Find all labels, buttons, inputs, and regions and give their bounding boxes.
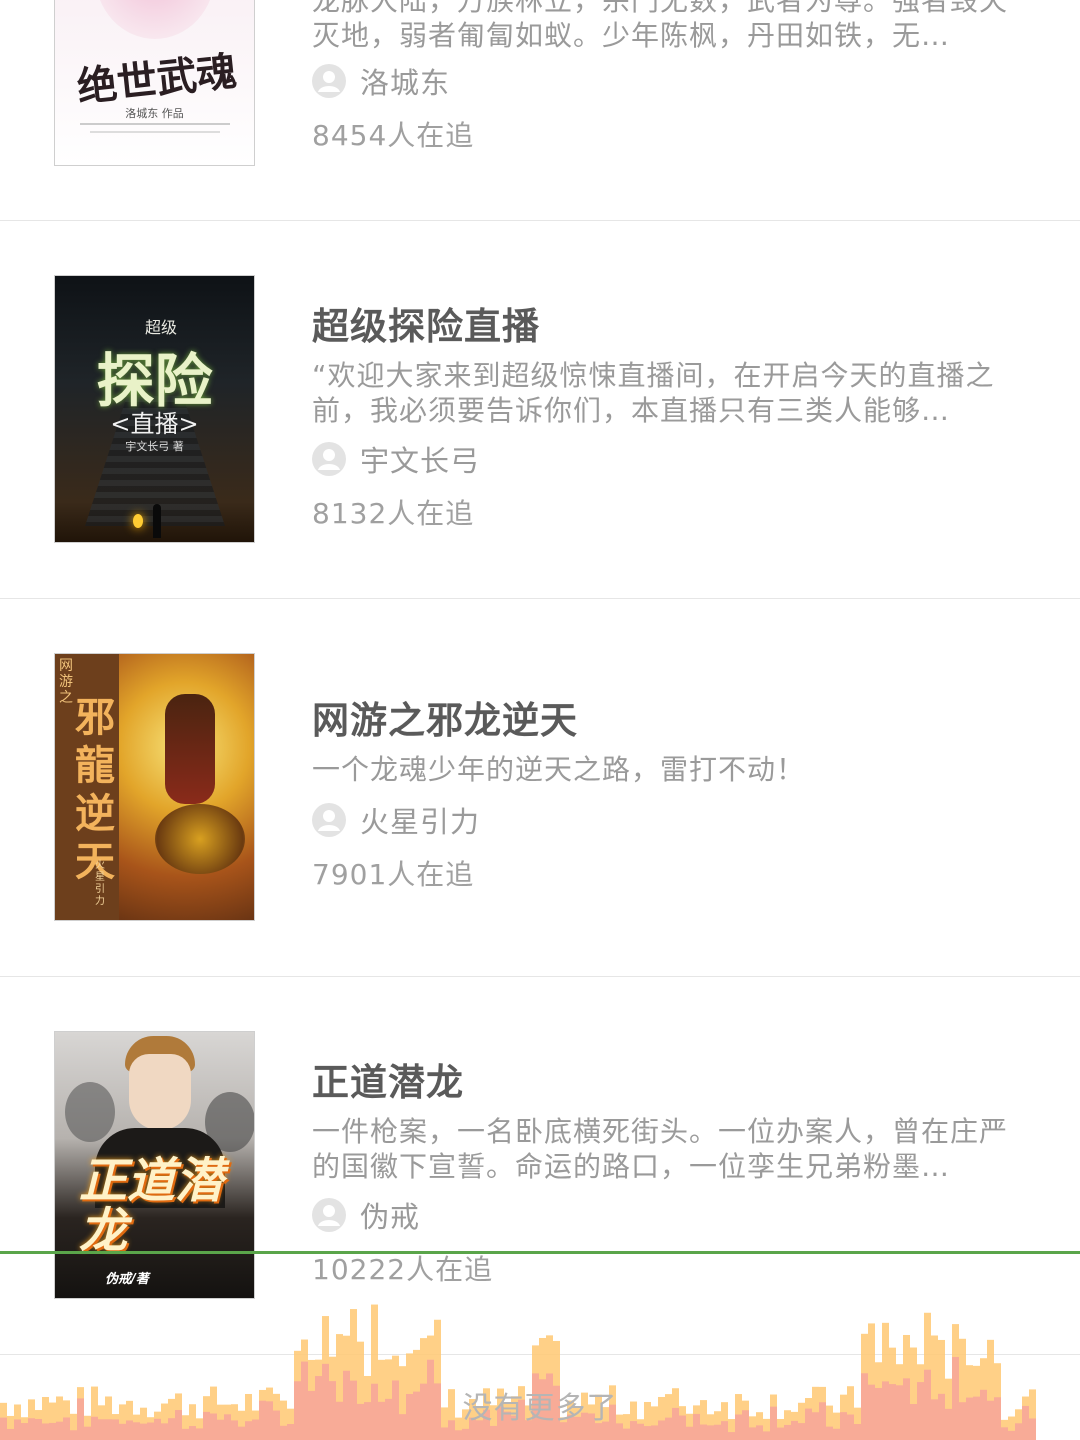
audio-bar [644,1426,651,1440]
author-row: 洛城东 [312,61,450,101]
audio-bar [441,1427,448,1440]
audio-level-line [0,1251,1080,1254]
audio-bar [728,1432,735,1440]
follower-count: 8454人在追 [312,119,475,152]
audio-bar [280,1425,287,1440]
avatar-icon [312,1198,346,1232]
audio-bar [623,1428,630,1440]
no-more-label: 没有更多了 [462,1391,618,1426]
author-row: 宇文长弓 [312,439,480,479]
audio-bar [1001,1427,1008,1440]
follower-count: 8132人在追 [312,497,475,530]
cover-subtitle: <直播> [110,410,199,438]
follower-count: 7901人在追 [312,858,475,891]
audio-bar [490,1425,497,1440]
book-description: “欢迎大家来到超级惊悚直播间，在开启今天的直播之前，我必须要告诉你们，本直播只有… [312,359,995,427]
list-item[interactable]: 绝世武魂 洛城东 作品 龙脉大陆，万族林立，宗门无数，武者为尊。强者毁天灭地，弱… [0,0,1080,220]
book-cover[interactable]: 超级 探险 <直播> 宇文长弓 著 [54,275,255,543]
cover-byline: 宇文长弓 著 [125,440,184,453]
avatar-icon [312,442,346,476]
audio-bar [455,1430,462,1440]
audio-bar [686,1426,693,1440]
list-item[interactable]: 网游之 邪龍逆天 火星引力 网游之邪龙逆天 一个龙魂少年的逆天之路，雷打不动！ … [0,599,1080,976]
cover-title: 绝世武魂 [74,47,239,112]
avatar-icon [312,803,346,837]
author-row: 伪戒 [312,1195,420,1235]
book-title[interactable]: 网游之邪龙逆天 [312,690,578,744]
audio-bar [756,1425,763,1440]
audio-bar [238,1426,245,1440]
audio-bar [777,1427,784,1440]
audio-bar [7,1428,14,1440]
cover-title: 邪龍逆天 [75,694,115,885]
audio-bar [189,1426,196,1440]
author-name: 火星引力 [360,805,481,839]
audio-bar [833,1428,840,1440]
audio-bar [707,1425,714,1440]
book-cover[interactable]: 绝世武魂 洛城东 作品 [54,0,255,166]
book-title[interactable]: 正道潜龙 [312,1052,464,1106]
list-item[interactable]: 超级 探险 <直播> 宇文长弓 著 超级探险直播 “欢迎大家来到超级惊悚直播间，… [0,221,1080,598]
audio-bar [70,1430,77,1440]
book-cover[interactable]: 网游之 邪龍逆天 火星引力 [54,653,255,921]
audio-bar [1008,1430,1015,1440]
audio-bar [714,1424,721,1440]
audio-bar [84,1426,91,1440]
audio-bar [182,1428,189,1440]
audio-bar [763,1431,770,1440]
avatar-icon [312,64,346,98]
book-cover[interactable]: 正道潜龙 伪戒/著 [54,1031,255,1299]
audio-bar [196,1428,203,1440]
audio-bar [651,1425,658,1440]
book-title[interactable]: 超级探险直播 [312,296,540,350]
book-description: 一个龙魂少年的逆天之路，雷打不动！ [312,753,806,786]
cover-top-text: 网游之 [59,658,73,706]
author-name: 宇文长弓 [360,444,481,478]
cover-title: 正道潜龙 [79,1153,224,1259]
author-name: 伪戒 [360,1200,421,1234]
author-row: 火星引力 [312,800,480,840]
cover-byline: 洛城东 作品 [125,107,184,120]
audio-bar [784,1424,791,1440]
cover-byline: 火星引力 [95,860,105,907]
book-description: 一件枪案，一名卧底横死街头。一位办案人，曾在庄严的国徽下宣誓。命运的路口，一位孪… [312,1115,1009,1183]
author-name: 洛城东 [360,66,451,100]
book-description: 龙脉大陆，万族林立，宗门无数，武者为尊。强者毁天灭地，弱者匍匐如蚁。少年陈枫，丹… [312,0,1009,52]
audio-bar [826,1426,833,1440]
audio-bar [462,1428,469,1440]
audio-bar [749,1427,756,1440]
